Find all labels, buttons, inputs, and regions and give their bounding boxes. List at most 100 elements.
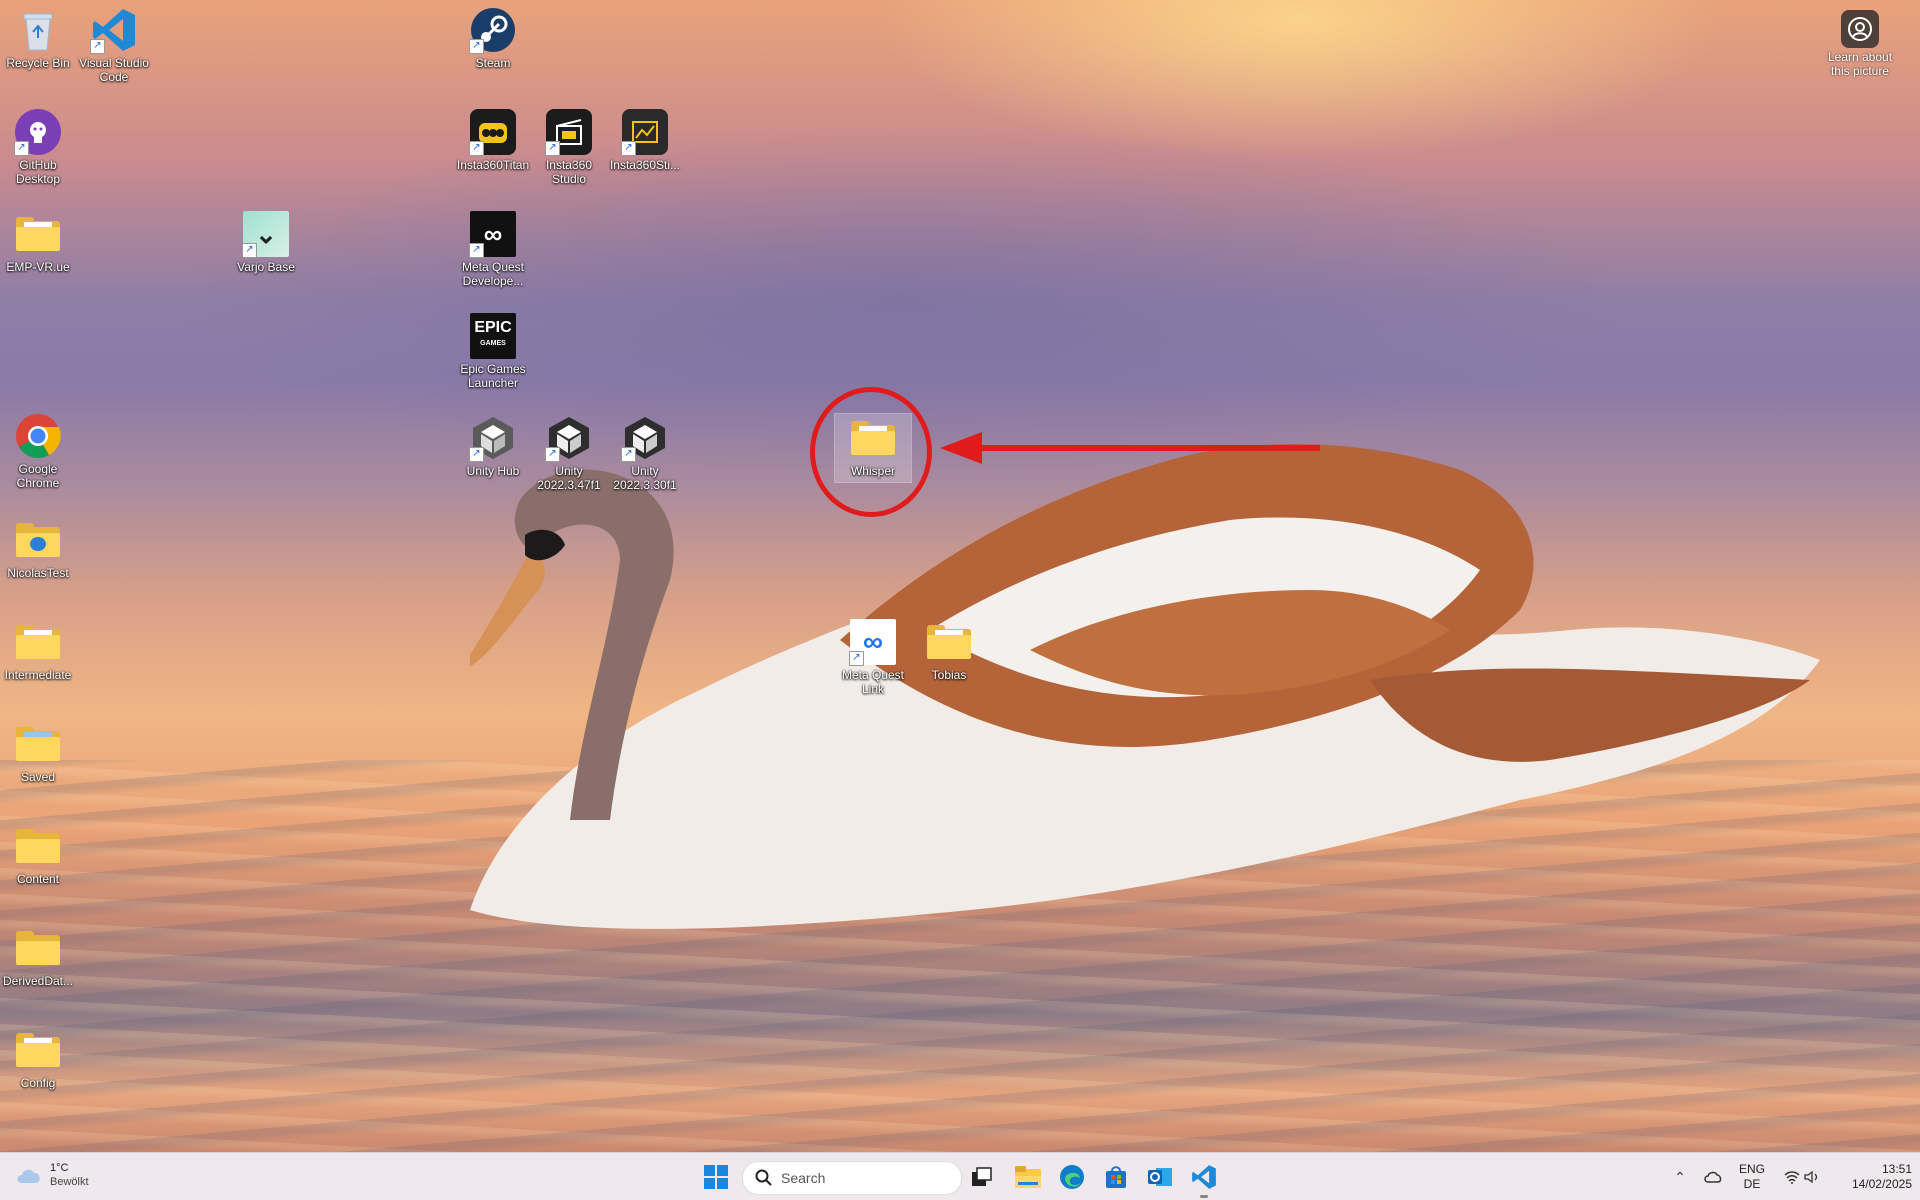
chrome-label: Google Chrome: [16, 462, 60, 490]
weather-desc: Bewölkt: [50, 1176, 89, 1188]
derived-data-folder[interactable]: DerivedDat...: [0, 924, 76, 988]
shortcut-arrow-icon: ↗: [545, 447, 560, 462]
unity-icon: ↗: [621, 414, 669, 462]
annotation-arrow: [940, 432, 1320, 464]
camera-icon: [1841, 10, 1879, 48]
file-explorer-button[interactable]: [1012, 1161, 1044, 1193]
shortcut-arrow-icon: ↗: [545, 141, 560, 156]
folder-icon: [14, 516, 62, 564]
language-top: ENG: [1738, 1162, 1765, 1176]
edge-icon: [1060, 1165, 1084, 1189]
meta-quest-developer-shortcut[interactable]: ∞ ↗ Meta Quest Develope...: [455, 210, 531, 288]
cloud-icon: [1704, 1171, 1722, 1183]
chrome-shortcut[interactable]: Google Chrome: [0, 412, 76, 490]
search-icon: [755, 1169, 772, 1186]
insta360-sti-label: Insta360Sti...: [609, 158, 681, 172]
learn-about-picture[interactable]: Learn about this picture: [1820, 10, 1900, 78]
learn-about-label: Learn about this picture: [1827, 50, 1893, 78]
intermediate-folder[interactable]: Intermediate: [0, 618, 76, 682]
clock[interactable]: 13:51 14/02/2025: [1828, 1162, 1912, 1192]
folder-icon: [14, 720, 62, 768]
annotation-circle: [810, 387, 932, 517]
folder-icon: [14, 822, 62, 870]
meta-quest-developer-label: Meta Quest Develope...: [461, 260, 525, 288]
recycle-bin-label: Recycle Bin: [6, 56, 70, 70]
unity-icon: ↗: [545, 414, 593, 462]
insta360-titan-shortcut[interactable]: ↗ Insta360Titan: [455, 108, 531, 172]
outlook-icon: [1148, 1168, 1172, 1186]
onedrive-button[interactable]: [1697, 1161, 1729, 1193]
shortcut-arrow-icon: ↗: [14, 141, 29, 156]
insta360-stitcher-icon: ↗: [621, 108, 669, 156]
insta360-studio-shortcut[interactable]: ↗ Insta360 Studio: [531, 108, 607, 186]
folder-icon: [14, 1026, 62, 1074]
outlook-button[interactable]: [1144, 1161, 1176, 1193]
emp-vr-folder[interactable]: EMP-VR.ue: [0, 210, 76, 274]
saved-folder[interactable]: Saved: [0, 720, 76, 784]
task-view-button[interactable]: [966, 1161, 998, 1193]
tobias-label: Tobias: [931, 668, 967, 682]
meta-quest-link-shortcut[interactable]: ∞ ↗ Meta Quest Link: [835, 618, 911, 696]
clock-time: 13:51: [1881, 1162, 1912, 1176]
meta-quest-link-label: Meta Quest Link: [841, 668, 905, 696]
folder-icon: [14, 618, 62, 666]
unity-2022-3-30-label: Unity 2022.3.30f1: [613, 464, 677, 492]
epic-games-label: Epic Games Launcher: [460, 362, 526, 390]
language-bottom: DE: [1743, 1177, 1761, 1191]
search-placeholder: Search: [781, 1170, 826, 1186]
insta360-studio-icon: ↗: [545, 108, 593, 156]
unity-hub-icon: ↗: [469, 414, 517, 462]
epic-games-shortcut[interactable]: EPIC GAMES Epic Games Launcher: [455, 312, 531, 390]
store-button[interactable]: [1100, 1161, 1132, 1193]
unity-2022-3-30-shortcut[interactable]: ↗ Unity 2022.3.30f1: [607, 414, 683, 492]
shortcut-arrow-icon: ↗: [469, 141, 484, 156]
chrome-icon: [14, 412, 62, 460]
volume-button[interactable]: [1800, 1161, 1824, 1193]
intermediate-label: Intermediate: [4, 668, 72, 682]
shortcut-arrow-icon: ↗: [469, 447, 484, 462]
shortcut-arrow-icon: ↗: [469, 243, 484, 258]
vscode-shortcut[interactable]: ↗ Visual Studio Code: [76, 6, 152, 84]
config-folder[interactable]: Config: [0, 1026, 76, 1090]
windows-icon: [704, 1165, 728, 1189]
shortcut-arrow-icon: ↗: [469, 39, 484, 54]
github-icon: ↗: [14, 108, 62, 156]
clock-date: 14/02/2025: [1851, 1177, 1912, 1191]
weather-widget[interactable]: 1°C Bewölkt: [14, 1161, 89, 1189]
language-indicator[interactable]: ENG DE: [1736, 1162, 1768, 1192]
config-label: Config: [20, 1076, 56, 1090]
epic-games-icon: EPIC GAMES: [469, 312, 517, 360]
cloud-icon: [17, 1169, 40, 1183]
tobias-folder[interactable]: Tobias: [911, 618, 987, 682]
taskbar-search[interactable]: Search: [742, 1161, 962, 1195]
show-hidden-icons-button[interactable]: ⌃: [1664, 1161, 1696, 1193]
shortcut-arrow-icon: ↗: [849, 651, 864, 666]
folder-icon: [925, 618, 973, 666]
vscode-icon: [1192, 1165, 1216, 1189]
recycle-bin-shortcut[interactable]: Recycle Bin: [0, 6, 76, 70]
shortcut-arrow-icon: ↗: [90, 39, 105, 54]
github-desktop-shortcut[interactable]: ↗ GitHub Desktop: [0, 108, 76, 186]
edge-button[interactable]: [1056, 1161, 1088, 1193]
recycle-bin-icon: [14, 6, 62, 54]
varjo-base-shortcut[interactable]: ⌄ ↗ Varjo Base: [228, 210, 304, 274]
unity-2022-3-47-shortcut[interactable]: ↗ Unity 2022.3.47f1: [531, 414, 607, 492]
chevron-up-icon: ⌃: [1674, 1168, 1686, 1185]
emp-vr-label: EMP-VR.ue: [6, 260, 70, 274]
content-folder[interactable]: Content: [0, 822, 76, 886]
insta360-sti-shortcut[interactable]: ↗ Insta360Sti...: [607, 108, 683, 172]
folder-icon: [14, 924, 62, 972]
varjo-label: Varjo Base: [237, 260, 295, 274]
steam-label: Steam: [475, 56, 511, 70]
vscode-taskbar-button[interactable]: [1188, 1161, 1220, 1198]
unity-hub-shortcut[interactable]: ↗ Unity Hub: [455, 414, 531, 478]
shortcut-arrow-icon: ↗: [621, 447, 636, 462]
vscode-icon: ↗: [90, 6, 138, 54]
insta360-titan-label: Insta360Titan: [456, 158, 530, 172]
running-indicator: [1200, 1195, 1208, 1198]
steam-shortcut[interactable]: ↗ Steam: [455, 6, 531, 70]
nicolas-test-folder[interactable]: NicolasTest: [0, 516, 76, 580]
github-label: GitHub Desktop: [15, 158, 61, 186]
wifi-icon: [1784, 1171, 1800, 1184]
start-button[interactable]: [700, 1161, 732, 1193]
